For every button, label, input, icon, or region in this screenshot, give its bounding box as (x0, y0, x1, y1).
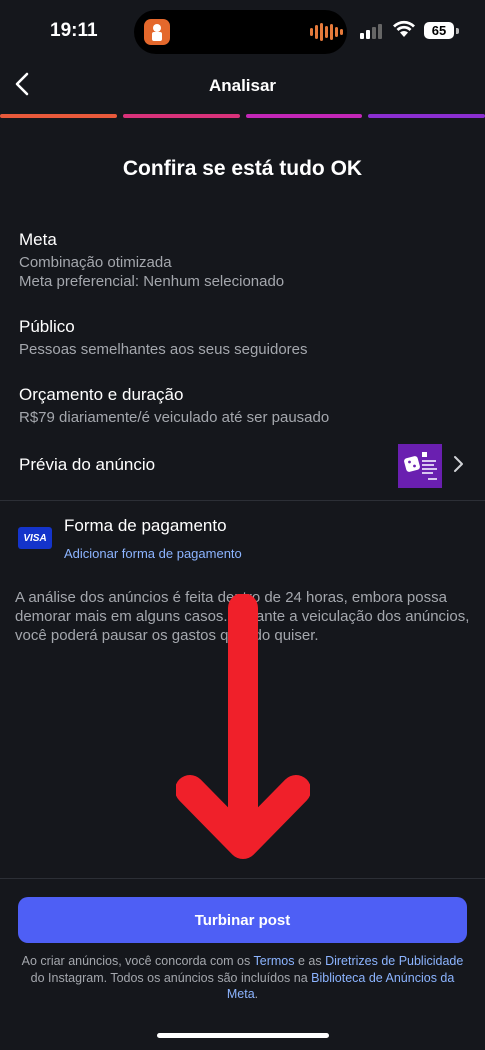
legal-text-3: do Instagram. Todos os anúncios são incl… (30, 970, 312, 985)
home-indicator[interactable] (157, 1033, 329, 1038)
progress-step-1 (0, 114, 117, 118)
goal-line-2: Meta preferencial: Nenhum selecionado (19, 273, 285, 290)
dynamic-island (134, 10, 347, 54)
visa-card-icon: VISA (18, 527, 52, 549)
dice-icon (404, 456, 420, 472)
step-progress-bar (0, 114, 485, 118)
chevron-right-icon[interactable] (450, 455, 466, 473)
page-title: Analisar (208, 76, 277, 95)
progress-step-2 (122, 114, 240, 118)
cellular-signal-icon (360, 24, 382, 39)
review-heading: Confira se está tudo OK (122, 157, 363, 180)
budget-line: R$79 diariamente/é veiculado até ser pau… (19, 409, 330, 426)
ad-preview-thumbnail[interactable] (398, 444, 442, 488)
audience-title[interactable]: Público (19, 317, 75, 337)
red-down-arrow-icon (176, 594, 310, 859)
ad-preview-title[interactable]: Prévia do anúncio (19, 455, 155, 475)
goal-title[interactable]: Meta (19, 230, 57, 250)
progress-step-3 (245, 114, 363, 118)
progress-step-4 (368, 114, 485, 118)
ad-guidelines-link[interactable]: Diretrizes de Publicidade (325, 954, 463, 968)
legal-text-2: e as (294, 954, 326, 968)
audio-wave-icon (310, 23, 343, 41)
wifi-icon (393, 20, 415, 37)
preview-text-lines (422, 452, 437, 480)
legal-text: Ao criar anúncios, você concorda com os … (20, 953, 465, 1003)
budget-title[interactable]: Orçamento e duração (19, 385, 183, 405)
app-icon (144, 19, 170, 45)
status-time: 19:11 (50, 20, 98, 41)
footer-divider (0, 878, 485, 879)
section-divider (0, 500, 485, 501)
battery-tip (456, 28, 459, 34)
add-payment-method-link[interactable]: Adicionar forma de pagamento (64, 546, 242, 561)
payment-method-title: Forma de pagamento (64, 516, 227, 535)
legal-text-1: Ao criar anúncios, você concorda com os (21, 954, 254, 968)
goal-line-1: Combinação otimizada (19, 254, 172, 271)
boost-post-button[interactable]: Turbinar post (18, 897, 467, 943)
battery-indicator: 65 (424, 22, 454, 39)
terms-link[interactable]: Termos (254, 954, 295, 968)
audience-line: Pessoas semelhantes aos seus seguidores (19, 341, 308, 358)
legal-text-4: . (254, 987, 259, 1001)
